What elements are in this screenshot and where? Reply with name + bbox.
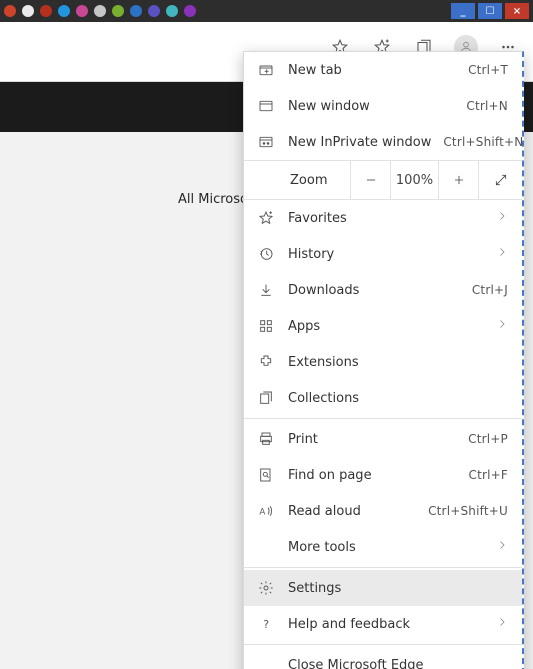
taskbar-app-icon[interactable] [112, 5, 124, 17]
menu-item-label: Help and feedback [288, 617, 484, 632]
read-aloud-icon: A [256, 503, 276, 519]
menu-item-collections[interactable]: Collections [244, 380, 522, 416]
taskbar: _ ☐ × [0, 0, 533, 22]
menu-item-label: New tab [288, 63, 456, 78]
menu-item-label: Downloads [288, 283, 460, 298]
menu-item-shortcut: Ctrl+T [468, 63, 508, 77]
chevron-right-icon [496, 210, 508, 226]
menu-item-label: History [288, 247, 484, 262]
taskbar-app-icon[interactable] [58, 5, 70, 17]
extensions-icon [256, 354, 276, 370]
menu-item-label: Find on page [288, 468, 456, 483]
inprivate-icon [256, 134, 276, 150]
menu-item-close-microsoft-edge[interactable]: Close Microsoft Edge [244, 647, 522, 669]
menu-item-new-window[interactable]: New window Ctrl+N [244, 88, 522, 124]
window-maximize-button[interactable]: ☐ [478, 3, 502, 19]
menu-item-label: Print [288, 432, 456, 447]
menu-item-shortcut: Ctrl+Shift+U [428, 504, 508, 518]
window-minimize-button[interactable]: _ [451, 3, 475, 19]
menu-item-shortcut: Ctrl+P [468, 432, 508, 446]
menu-item-label: Settings [288, 581, 508, 596]
menu-item-label: Collections [288, 391, 508, 406]
settings-menu: New tab Ctrl+T New window Ctrl+N New InPriva… [243, 51, 524, 669]
zoom-out-button[interactable] [350, 161, 390, 199]
taskbar-app-icon[interactable] [4, 5, 16, 17]
print-icon [256, 431, 276, 447]
zoom-label: Zoom [244, 173, 350, 188]
menu-item-favorites[interactable]: Favorites [244, 200, 522, 236]
taskbar-app-icon[interactable] [184, 5, 196, 17]
zoom-row: Zoom 100% [244, 160, 522, 200]
menu-separator [244, 418, 522, 419]
fullscreen-button[interactable] [478, 161, 522, 199]
menu-item-label: More tools [288, 540, 484, 555]
collections-icon [256, 390, 276, 406]
menu-item-settings[interactable]: Settings [244, 570, 522, 606]
menu-item-find-on-page[interactable]: Find on page Ctrl+F [244, 457, 522, 493]
menu-item-shortcut: Ctrl+N [466, 99, 508, 113]
new-tab-icon [256, 62, 276, 78]
taskbar-app-icon[interactable] [148, 5, 160, 17]
menu-item-apps[interactable]: Apps [244, 308, 522, 344]
menu-item-label: Apps [288, 319, 484, 334]
taskbar-app-icon[interactable] [40, 5, 52, 17]
menu-item-shortcut: Ctrl+Shift+N [443, 135, 523, 149]
menu-item-help-and-feedback[interactable]: ? Help and feedback [244, 606, 522, 642]
menu-item-extensions[interactable]: Extensions [244, 344, 522, 380]
chevron-right-icon [496, 318, 508, 334]
menu-item-more-tools[interactable]: More tools [244, 529, 522, 565]
chevron-right-icon [496, 616, 508, 632]
menu-separator [244, 644, 522, 645]
taskbar-app-icon[interactable] [76, 5, 88, 17]
menu-item-print[interactable]: Print Ctrl+P [244, 421, 522, 457]
taskbar-app-icon[interactable] [94, 5, 106, 17]
menu-item-label: Read aloud [288, 504, 416, 519]
taskbar-app-icon[interactable] [130, 5, 142, 17]
menu-item-new-tab[interactable]: New tab Ctrl+T [244, 52, 522, 88]
find-icon [256, 467, 276, 483]
window-close-button[interactable]: × [505, 3, 529, 19]
zoom-in-button[interactable] [438, 161, 478, 199]
page-text-fragment: All Microso [178, 192, 248, 207]
settings-icon [256, 580, 276, 596]
menu-separator [244, 567, 522, 568]
menu-item-history[interactable]: History [244, 236, 522, 272]
help-icon: ? [256, 616, 276, 632]
menu-item-label: New window [288, 99, 454, 114]
zoom-value: 100% [390, 161, 438, 199]
chevron-right-icon [496, 539, 508, 555]
taskbar-app-icon[interactable] [22, 5, 34, 17]
apps-icon [256, 318, 276, 334]
history-icon [256, 246, 276, 262]
menu-item-read-aloud[interactable]: A Read aloud Ctrl+Shift+U [244, 493, 522, 529]
menu-item-label: Favorites [288, 211, 484, 226]
window-buttons: _ ☐ × [451, 3, 529, 19]
menu-item-shortcut: Ctrl+J [472, 283, 508, 297]
menu-item-downloads[interactable]: Downloads Ctrl+J [244, 272, 522, 308]
favorites-icon [256, 210, 276, 226]
svg-text:A: A [259, 507, 265, 517]
new-window-icon [256, 98, 276, 114]
menu-item-new-inprivate-window[interactable]: New InPrivate window Ctrl+Shift+N [244, 124, 522, 160]
svg-text:?: ? [263, 618, 269, 631]
downloads-icon [256, 282, 276, 298]
menu-item-label: Extensions [288, 355, 508, 370]
taskbar-app-icon[interactable] [166, 5, 178, 17]
menu-item-label: New InPrivate window [288, 135, 431, 150]
menu-item-shortcut: Ctrl+F [468, 468, 508, 482]
chevron-right-icon [496, 246, 508, 262]
menu-item-label: Close Microsoft Edge [288, 658, 508, 669]
